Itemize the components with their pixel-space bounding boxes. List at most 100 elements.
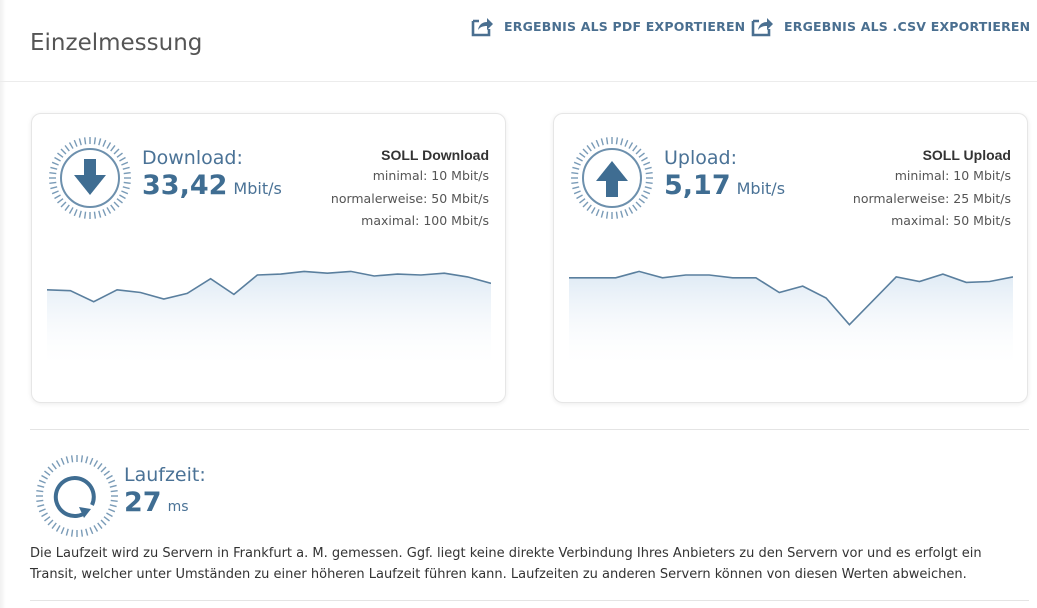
dial-tick [51,190,59,195]
dial-tick [51,161,59,166]
soll-download-normal: normalerweise: 50 Mbit/s [330,190,489,206]
dial-tick [106,142,112,149]
left-edge-shadow [0,0,6,608]
dial-tick [70,455,74,463]
download-unit: Mbit/s [233,179,282,198]
dial-tick [624,209,629,217]
dial-tick [635,148,642,155]
dial-tick [38,508,46,513]
dial-tick [110,489,118,493]
dial-tick [579,152,586,158]
dial-tick [85,456,89,464]
upload-label: Upload: [664,147,737,169]
upload-dial [571,137,653,219]
dial-tick [64,204,70,211]
download-dial [49,137,131,219]
share-icon [470,15,494,37]
dial-tick [645,181,653,185]
dial-tick [110,204,116,211]
dial-tick [600,210,604,218]
export-csv-button[interactable]: ERGEBNIS ALS .CSV EXPORTIEREN [750,14,1030,38]
dial-tick [628,142,634,149]
dial-tick [93,211,97,219]
dial-tick [119,156,126,162]
dial-tick [36,489,44,493]
dial-tick [103,470,110,476]
dial-tick [571,181,579,185]
upload-value: 5,17 Mbit/s [664,170,785,201]
dial-tick [110,145,116,152]
divider [30,429,1029,430]
dial-tick [89,457,94,465]
dial-tick [80,455,84,463]
dial-tick [98,138,102,146]
dial-tick [582,201,589,208]
dial-tick [83,211,87,219]
latency-value: 27 ms [124,487,189,518]
dial-tick [57,198,64,204]
arrow-down-icon [74,159,106,195]
dial-tick [571,171,579,175]
dial-tick [122,166,130,170]
dial-tick [68,142,74,149]
dial-tick [106,207,112,214]
dial-tick [60,148,67,155]
chart-area [569,271,1013,364]
share-icon [750,15,774,37]
dial-tick [635,201,642,208]
dial-tick [116,152,123,158]
latency-dial [36,455,118,537]
dial-tick [60,527,65,535]
dial-tick [121,161,129,166]
dial-tick [41,474,48,480]
dial-tick [122,186,130,190]
dial-tick [595,209,600,217]
dial-tick [57,152,64,158]
dial-ticks [36,455,118,537]
upload-card: Upload: 5,17 Mbit/s SOLL Upload minimal: … [553,113,1028,403]
upload-value-number: 5,17 [664,170,731,201]
dial-tick [573,190,581,195]
dial-tick [620,210,624,218]
dial-tick [620,138,624,146]
dial-tick [36,499,44,503]
soll-upload-normal: normalerweise: 25 Mbit/s [852,190,1011,206]
dial-tick [586,204,592,211]
dial-tick [121,190,129,195]
dial-tick [60,201,67,208]
page-title: Einzelmessung [30,30,203,56]
dial-tick [54,156,61,162]
dial-tick [65,528,69,536]
dial-tick [109,484,117,488]
dial-tick [109,504,117,508]
dial-tick [586,145,592,152]
dial-tick [102,139,107,147]
divider [30,600,1029,601]
dial-tick [582,148,589,155]
refresh-icon [53,476,96,518]
dial-tick [573,161,581,166]
dial-tick [64,145,70,152]
dial-tick [641,194,648,200]
soll-download-max: maximal: 100 Mbit/s [361,213,489,228]
dial-tick [38,479,46,484]
download-card: Download: 33,42 Mbit/s SOLL Download mini… [31,113,506,403]
dial-tick [632,145,638,152]
dial-tick [78,210,82,218]
export-pdf-button[interactable]: ERGEBNIS ALS PDF EXPORTIEREN [470,14,745,38]
dial-tick [113,201,120,208]
dial-tick [70,529,74,537]
latency-label: Laufzeit: [124,464,206,486]
chart-area [47,271,491,364]
latency-value-number: 27 [124,487,162,518]
dial-tick [638,152,645,158]
dial-tick [572,166,580,170]
dial-tick [51,522,57,529]
dial-tick [113,148,120,155]
dial-tick [110,499,118,503]
download-label: Download: [142,147,243,169]
dial-tick [123,171,131,175]
dial-tick [68,207,74,214]
soll-download-title: SOLL Download [381,147,489,163]
dial-tick [55,460,61,467]
